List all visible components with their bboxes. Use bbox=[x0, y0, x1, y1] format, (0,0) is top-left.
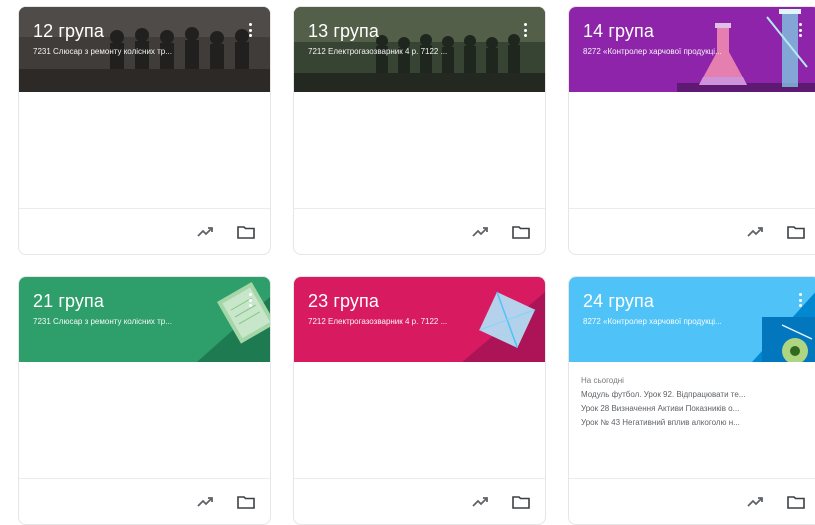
class-footer bbox=[569, 478, 815, 524]
more-vert-icon[interactable] bbox=[242, 19, 258, 41]
more-vert-icon[interactable] bbox=[242, 289, 258, 311]
class-body bbox=[19, 92, 270, 208]
class-banner[interactable]: 14 група 8272 «Контролер харчової продук… bbox=[569, 7, 815, 92]
class-card[interactable]: 21 група 7231 Слюсар з ремонту колісних … bbox=[18, 276, 271, 525]
more-vert-icon[interactable] bbox=[792, 19, 808, 41]
class-body bbox=[19, 362, 270, 478]
folder-icon[interactable] bbox=[786, 492, 806, 512]
class-banner[interactable]: 24 група 8272 «Контролер харчової продук… bbox=[569, 277, 815, 362]
class-section: 8272 «Контролер харчової продукці... bbox=[583, 317, 722, 326]
class-body bbox=[294, 362, 545, 478]
class-section: 7231 Слюсар з ремонту колісних тр... bbox=[33, 47, 172, 56]
upcoming-item[interactable]: Урок 28 Визначення Активи Показників о..… bbox=[581, 404, 808, 413]
folder-icon[interactable] bbox=[236, 492, 256, 512]
class-section: 7231 Слюсар з ремонту колісних тр... bbox=[33, 317, 172, 326]
class-title[interactable]: 21 група bbox=[33, 291, 104, 312]
trending-up-icon[interactable] bbox=[196, 492, 216, 512]
class-section: 7212 Електрогазозварник 4 р. 7122 ... bbox=[308, 47, 448, 56]
class-card[interactable]: 24 група 8272 «Контролер харчової продук… bbox=[568, 276, 815, 525]
class-body bbox=[569, 92, 815, 208]
more-vert-icon[interactable] bbox=[517, 19, 533, 41]
upcoming-label: На сьогодні bbox=[581, 376, 624, 385]
class-card[interactable]: 14 група 8272 «Контролер харчової продук… bbox=[568, 6, 815, 255]
class-body: На сьогодні Модуль футбол. Урок 92. Відп… bbox=[569, 362, 815, 478]
class-section: 7212 Електрогазозварник 4 р. 7122 ... bbox=[308, 317, 448, 326]
trending-up-icon[interactable] bbox=[471, 222, 491, 242]
folder-icon[interactable] bbox=[511, 492, 531, 512]
more-vert-icon[interactable] bbox=[792, 289, 808, 311]
class-banner[interactable]: 23 група 7212 Електрогазозварник 4 р. 71… bbox=[294, 277, 545, 362]
class-banner[interactable]: 21 група 7231 Слюсар з ремонту колісних … bbox=[19, 277, 270, 362]
class-title[interactable]: 24 група bbox=[583, 291, 654, 312]
class-title[interactable]: 14 група bbox=[583, 21, 654, 42]
class-title[interactable]: 23 група bbox=[308, 291, 379, 312]
class-card[interactable]: 23 група 7212 Електрогазозварник 4 р. 71… bbox=[293, 276, 546, 525]
class-footer bbox=[294, 478, 545, 524]
upcoming-item[interactable]: Урок № 43 Негативний вплив алкоголю н... bbox=[581, 418, 808, 427]
trending-up-icon[interactable] bbox=[196, 222, 216, 242]
class-footer bbox=[19, 478, 270, 524]
class-title[interactable]: 13 група bbox=[308, 21, 379, 42]
trending-up-icon[interactable] bbox=[471, 492, 491, 512]
folder-icon[interactable] bbox=[236, 222, 256, 242]
class-section: 8272 «Контролер харчової продукці... bbox=[583, 47, 722, 56]
class-card[interactable]: 12 група 7231 Слюсар з ремонту колісних … bbox=[18, 6, 271, 255]
class-title[interactable]: 12 група bbox=[33, 21, 104, 42]
class-banner[interactable]: 13 група 7212 Електрогазозварник 4 р. 71… bbox=[294, 7, 545, 92]
class-footer bbox=[569, 208, 815, 254]
class-banner[interactable]: 12 група 7231 Слюсар з ремонту колісних … bbox=[19, 7, 270, 92]
class-footer bbox=[19, 208, 270, 254]
folder-icon[interactable] bbox=[786, 222, 806, 242]
upcoming-item[interactable]: Модуль футбол. Урок 92. Відпрацювати те.… bbox=[581, 390, 808, 399]
class-footer bbox=[294, 208, 545, 254]
trending-up-icon[interactable] bbox=[746, 222, 766, 242]
folder-icon[interactable] bbox=[511, 222, 531, 242]
class-card[interactable]: 13 група 7212 Електрогазозварник 4 р. 71… bbox=[293, 6, 546, 255]
trending-up-icon[interactable] bbox=[746, 492, 766, 512]
class-body bbox=[294, 92, 545, 208]
